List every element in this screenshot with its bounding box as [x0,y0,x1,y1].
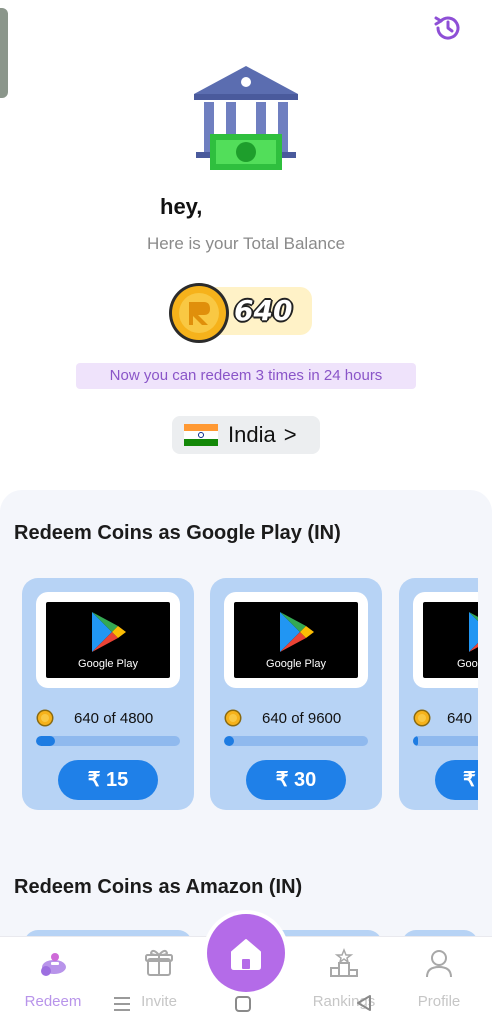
google-play-card-image: Google Play [46,602,170,678]
back-icon [357,995,371,1011]
google-play-label: Goo [457,658,478,670]
redeem-amount-button[interactable]: ₹ 30 [246,760,346,800]
coin-icon [169,283,229,343]
nav-label: Profile [417,993,461,1010]
side-edge-tab[interactable] [0,8,8,98]
google-play-card-image: Goo [423,602,478,678]
system-home-button[interactable] [231,992,255,1016]
podium-icon [330,947,358,977]
card-progress-bar [413,736,478,746]
card-progress-text: 640 of 9600 [262,710,342,727]
menu-icon [114,997,130,1011]
card-progress-bar [224,736,368,746]
greeting-text: hey, [160,194,203,219]
card-progress-text: 640 of 4800 [74,710,154,727]
gift-icon [145,949,173,976]
google-play-card-image: Google Play [234,602,358,678]
google-play-icon [280,612,314,652]
total-balance-subtitle: Here is your Total Balance [146,234,346,253]
card-image-frame: Google Play [36,592,180,688]
nav-label: Redeem [24,993,82,1010]
amazon-section-title: Redeem Coins as Amazon (IN) [14,876,303,898]
system-back-button[interactable] [352,991,376,1015]
nav-item-redeem[interactable]: Redeem [4,937,102,1024]
google-play-label: Google Play [266,658,326,670]
card-image-frame: Goo [413,592,478,688]
square-icon [235,996,251,1012]
google-play-icon [92,612,126,652]
card-image-frame: Google Play [224,592,368,688]
coin-icon [36,709,54,727]
google-play-cards-row[interactable]: Google Play 640 of 4800 ₹ 15 Google Play… [0,578,478,814]
balance-value: 640 [234,294,293,327]
redeem-icon [41,953,66,976]
card-progress-fill [36,736,56,746]
redeem-limit-note: Now you can redeem 3 times in 24 hours [76,363,416,389]
card-progress-fill [224,736,234,746]
card-progress-bar [36,736,180,746]
history-icon [434,16,460,40]
coin-icon [413,709,431,727]
coin-icon [224,709,242,727]
history-button[interactable] [430,10,466,46]
country-name: India [228,422,276,447]
card-progress-text: 640 [447,710,473,727]
india-flag-icon [184,424,218,446]
chevron-right-icon: > [283,422,297,447]
country-selector[interactable]: India > [172,416,320,454]
redeem-amount-button[interactable]: ₹ 15 [58,760,158,800]
bank-icon [194,66,298,170]
home-icon [231,939,261,970]
user-icon [426,950,452,978]
nav-item-home[interactable] [207,914,285,992]
google-play-icon [469,612,478,652]
redeem-card[interactable]: Google Play 640 of 9600 ₹ 30 [210,578,382,810]
nav-label: Rankings [312,993,376,1010]
balance-display: 640 [168,282,314,344]
nav-item-rankings[interactable]: Rankings [295,937,393,1024]
nav-item-profile[interactable]: Profile [390,937,488,1024]
system-menu-button[interactable] [110,992,134,1016]
card-progress-fill [413,736,418,746]
redeem-card[interactable]: Google Play 640 of 4800 ₹ 15 [22,578,194,810]
google-play-label: Google Play [78,658,138,670]
redeem-amount-button[interactable]: ₹ [435,760,478,800]
google-play-section-title: Redeem Coins as Google Play (IN) [14,522,341,544]
redeem-card[interactable]: Goo 640 ₹ [399,578,478,810]
